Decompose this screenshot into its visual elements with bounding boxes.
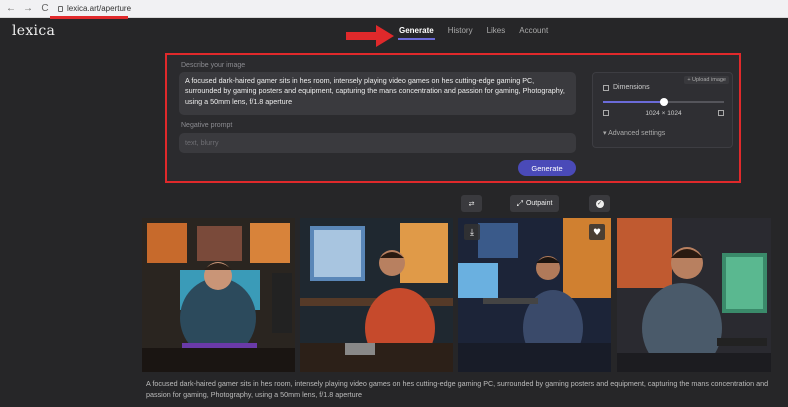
generated-image-4[interactable] — [617, 218, 771, 372]
select-button[interactable]: ✓ — [589, 195, 610, 212]
logo[interactable]: lexica — [12, 23, 55, 39]
outpaint-button[interactable]: ⤢ Outpaint — [510, 195, 559, 212]
prompt-label: Describe your image — [181, 62, 246, 69]
expand-icon: ⤢ — [516, 198, 523, 208]
settings-box: + Upload image Dimensions 1024 × 1024 ▾ … — [592, 72, 733, 148]
forward-icon[interactable]: → — [23, 3, 33, 14]
negative-prompt-label: Negative prompt — [181, 122, 233, 129]
dimensions-slider[interactable] — [603, 98, 724, 106]
advanced-settings-toggle[interactable]: ▾ Advanced settings — [603, 129, 665, 137]
dimensions-icon — [603, 84, 609, 91]
check-circle-icon: ✓ — [595, 199, 604, 208]
swap-icon: ⇄ — [468, 200, 475, 208]
like-heart-icon[interactable] — [589, 224, 605, 240]
tab-generate[interactable]: Generate — [392, 19, 441, 42]
generate-button[interactable]: Generate — [518, 160, 576, 176]
tab-likes[interactable]: Likes — [480, 19, 513, 42]
main-nav: Generate History Likes Account — [392, 19, 555, 42]
reload-icon[interactable]: C — [40, 3, 50, 14]
image-gallery: ⤓ ♥ — [142, 218, 771, 372]
slider-handle[interactable] — [659, 98, 668, 106]
variations-button[interactable]: ⇄ — [461, 195, 482, 212]
dimensions-row: Dimensions — [603, 84, 650, 91]
tab-history[interactable]: History — [441, 19, 480, 42]
slider-fill — [603, 101, 664, 103]
upload-image-button[interactable]: + Upload image — [684, 76, 729, 84]
image-caption: A focused dark-haired gamer sits in hes … — [146, 379, 769, 400]
generated-image-3[interactable]: ⤓ ♥ — [458, 218, 611, 372]
prompt-input[interactable]: A focused dark-haired gamer sits in hes … — [179, 72, 576, 115]
dimensions-label: Dimensions — [613, 84, 650, 91]
generate-panel: Describe your image A focused dark-haire… — [165, 53, 741, 183]
generated-image-1[interactable] — [142, 218, 295, 372]
tab-account[interactable]: Account — [512, 19, 555, 42]
download-icon[interactable] — [464, 224, 480, 240]
caret-down-icon: ▾ — [603, 130, 607, 137]
back-icon[interactable]: ← — [6, 3, 16, 14]
generated-image-2[interactable] — [300, 218, 453, 372]
address-bar[interactable]: lexica.art/aperture — [58, 4, 131, 13]
url-text: lexica.art/aperture — [67, 4, 132, 13]
portrait-image-icon — [718, 110, 724, 116]
red-arrow-annotation — [346, 25, 394, 47]
negative-prompt-input[interactable]: text, blurry — [179, 133, 576, 153]
outpaint-label: Outpaint — [525, 200, 553, 207]
advanced-settings-label: Advanced settings — [608, 130, 666, 137]
lock-icon — [58, 5, 63, 12]
dimensions-value: 1024 × 1024 — [645, 110, 682, 117]
